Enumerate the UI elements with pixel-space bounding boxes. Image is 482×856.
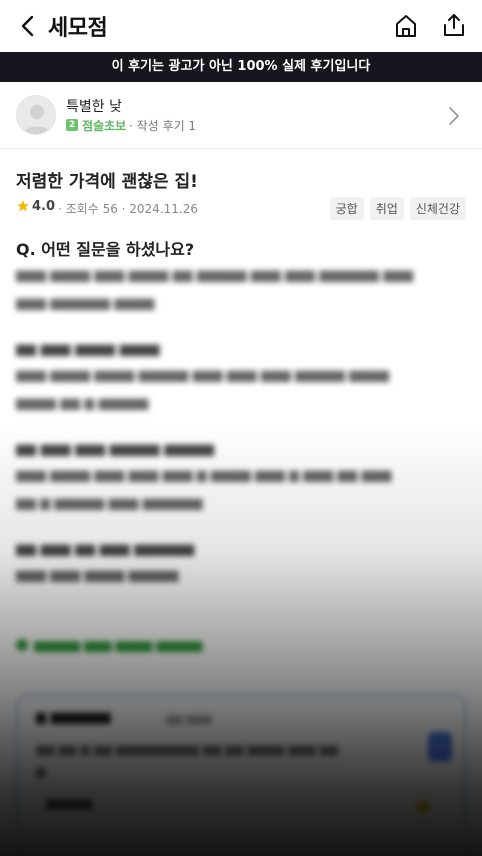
app-title: 세모점 xyxy=(48,16,108,41)
home-icon xyxy=(396,15,416,37)
top-bar: 세모점 xyxy=(0,0,482,52)
paywall-fade-overlay xyxy=(0,420,482,856)
tag-list: 궁합 취업 신체건강 xyxy=(329,197,466,220)
real-review-notice: 이 후기는 광고가 아닌 100% 실제 후기입니다 xyxy=(0,52,482,82)
rating-value: 4.0 xyxy=(32,199,56,214)
star-icon xyxy=(17,200,29,212)
default-avatar-icon xyxy=(23,105,51,134)
back-button[interactable] xyxy=(14,12,42,40)
blurred-paragraph: ▆▆▆ ▆▆▆▆ ▆▆▆ ▆▆▆▆ ▆▆ ▆▆▆▆▆ ▆▆▆ ▆▆▆ ▆▆▆▆▆… xyxy=(16,268,414,311)
home-button[interactable] xyxy=(392,12,420,40)
chevron-left-icon xyxy=(21,15,34,37)
tag: 궁합 xyxy=(329,197,364,220)
review-count: · 작성 후기 1 xyxy=(129,119,197,133)
tag: 신체건강 xyxy=(409,197,466,220)
share-icon xyxy=(444,14,464,36)
author-profile-row[interactable]: 특별한 낮 2 점술초보 · 작성 후기 1 xyxy=(0,82,482,149)
review-meta: · 조회수 56 · 2024.11.26 xyxy=(58,202,198,216)
level-badge: 2 xyxy=(66,119,78,131)
blurred-question: ▆▆ ▆▆▆ ▆▆▆▆ ▆▆▆▆ xyxy=(16,342,160,357)
tag: 취업 xyxy=(369,197,404,220)
share-button[interactable] xyxy=(440,11,468,39)
question-heading: Q. 어떤 질문을 하셨나요? xyxy=(16,240,195,259)
chevron-right-icon xyxy=(449,107,459,125)
avatar xyxy=(16,95,56,135)
author-name: 특별한 낮 xyxy=(66,99,122,115)
blurred-paragraph: ▆▆▆ ▆▆▆▆ ▆▆▆▆ ▆▆▆▆▆ ▆▆▆ ▆▆▆ ▆▆▆ ▆▆▆▆▆ ▆▆… xyxy=(16,368,389,411)
review-title: 저렴한 가격에 괜찮은 집! xyxy=(16,172,198,192)
level-name: 점술초보 xyxy=(82,119,127,133)
